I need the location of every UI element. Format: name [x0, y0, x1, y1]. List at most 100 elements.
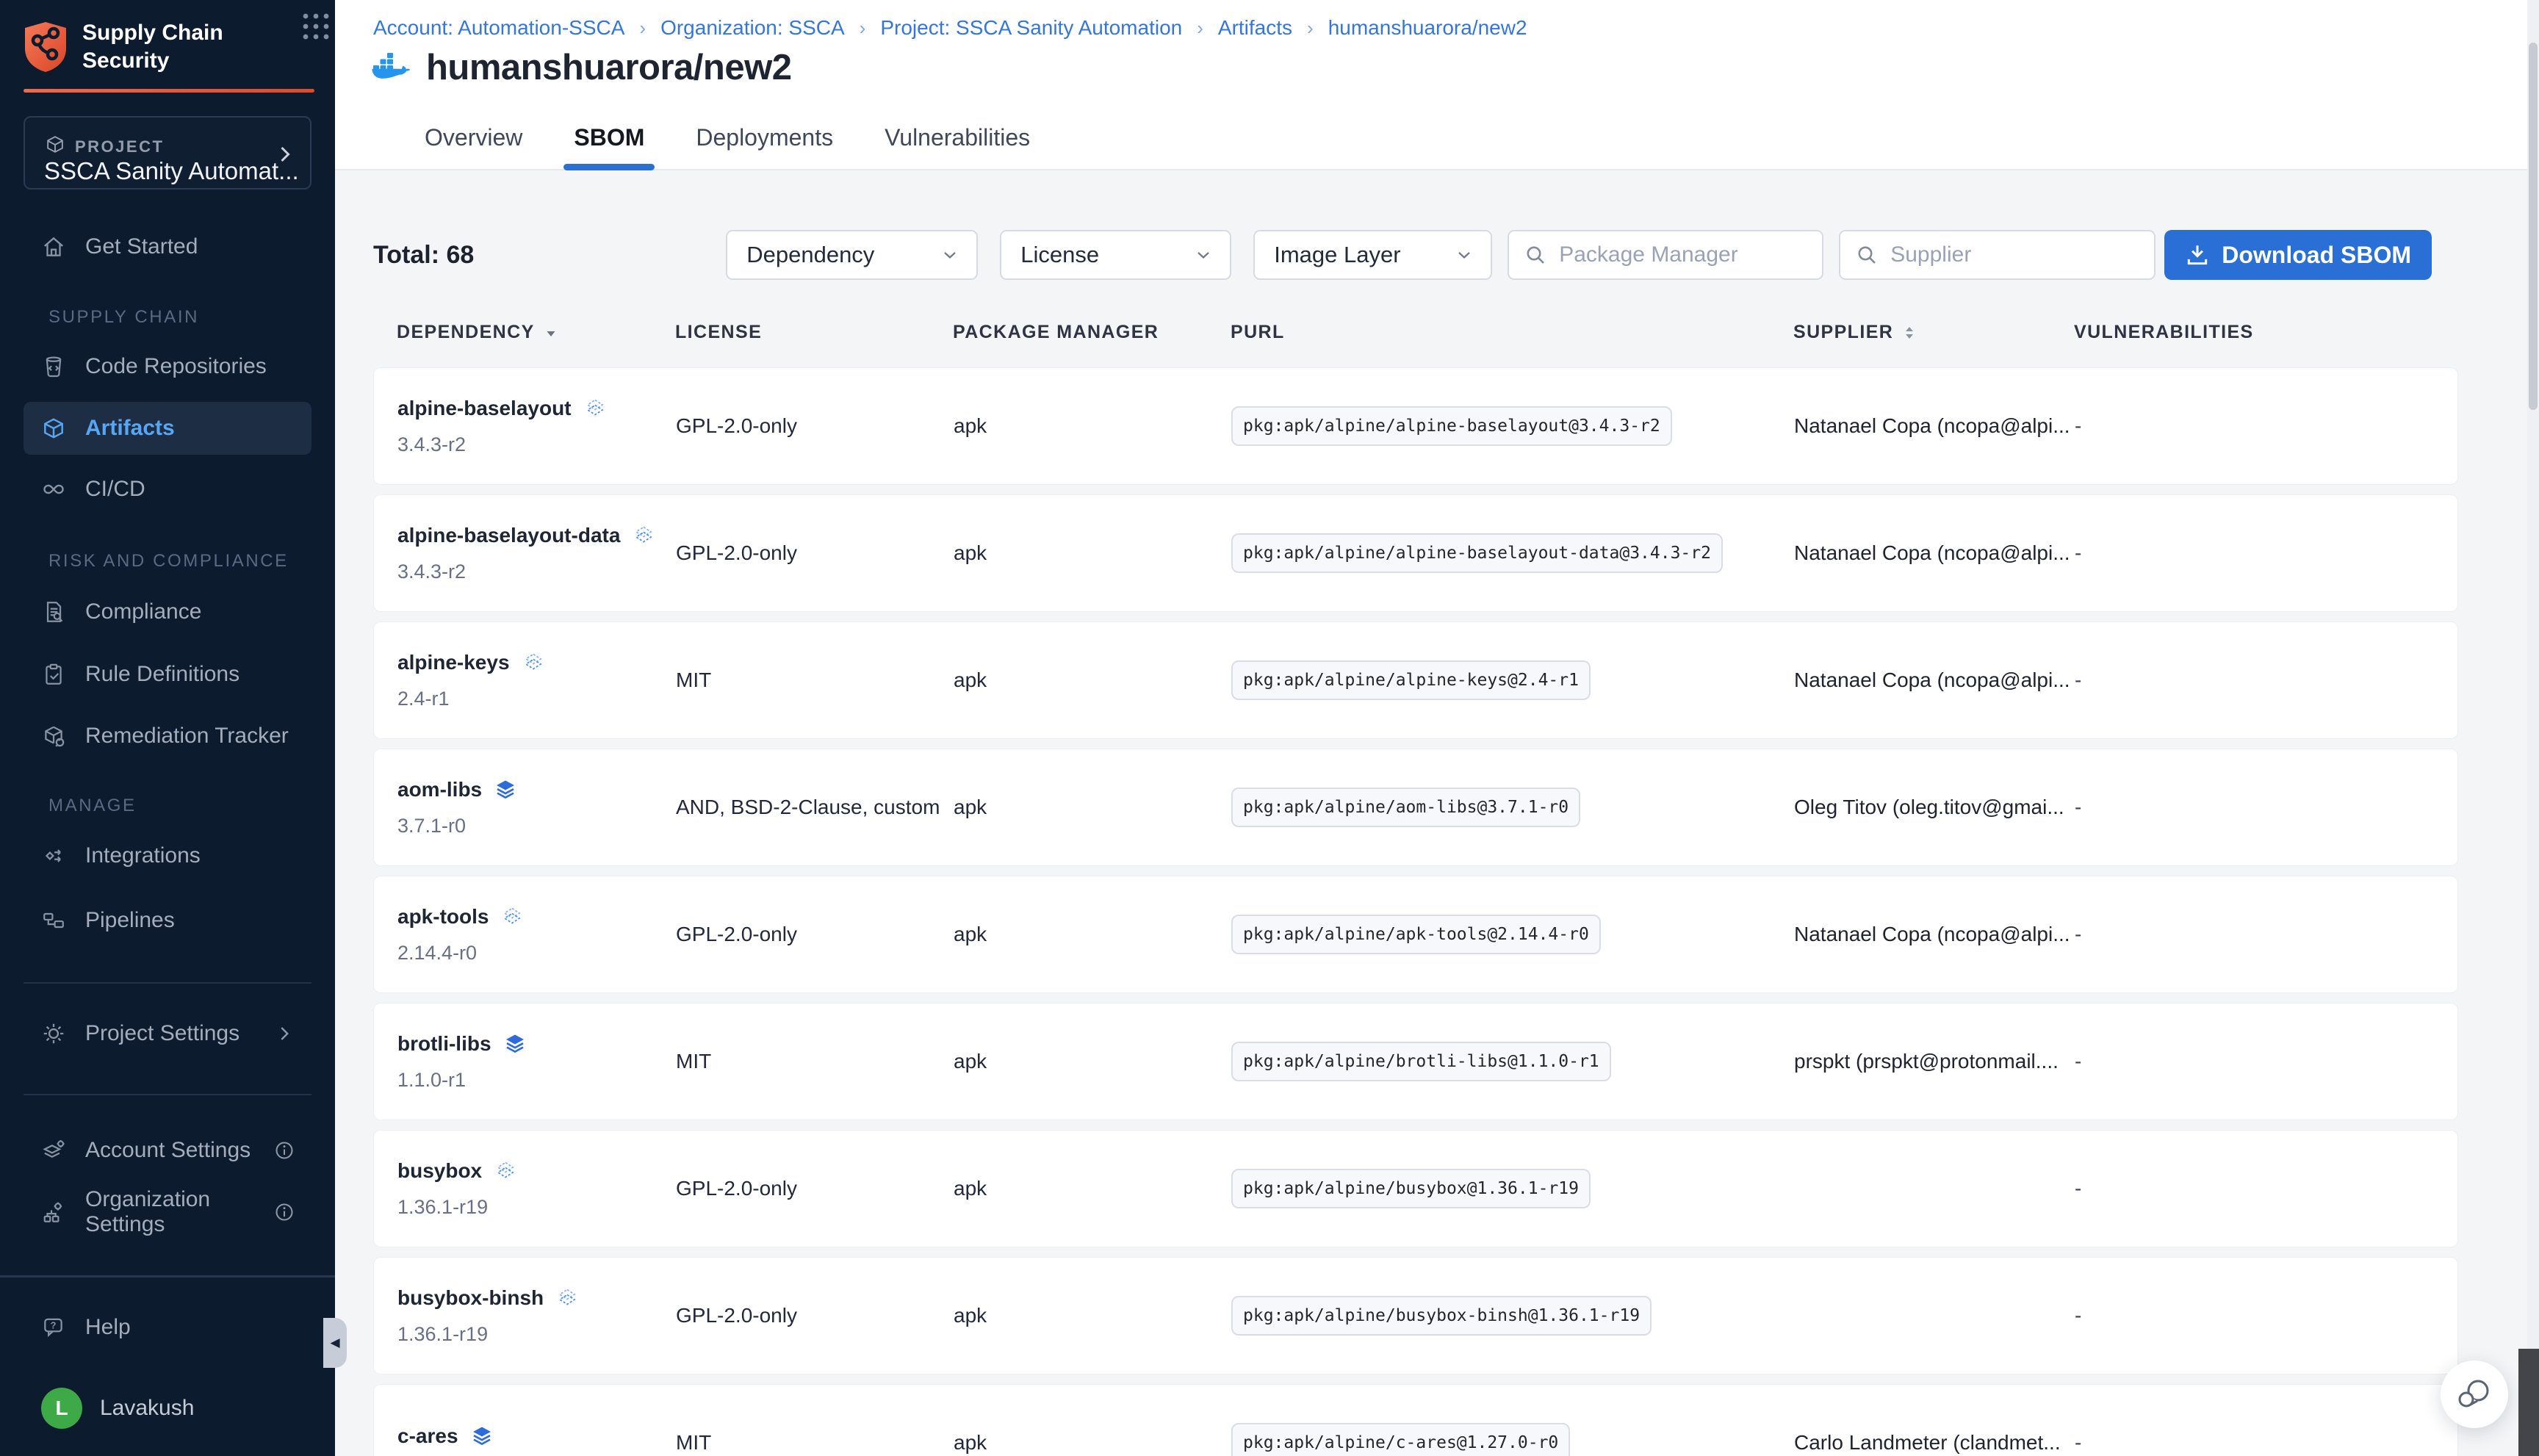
vulnerabilities-value: - [2075, 541, 2457, 565]
purl-chip[interactable]: pkg:apk/alpine/brotli-libs@1.1.0-r1 [1231, 1042, 1611, 1081]
dependency-version: 2.14.4-r0 [397, 942, 676, 965]
table-row[interactable]: c-ares MIT apk pkg:apk/alpine/c-ares@1.2… [373, 1384, 2458, 1456]
sidebar: Supply Chain Security PROJECT SSCA Sani [0, 0, 335, 1456]
table-row[interactable]: alpine-baselayout 3.4.3-r2 GPL-2.0-only … [373, 367, 2458, 485]
sidebar-item-rule-definitions[interactable]: Rule Definitions [24, 650, 311, 699]
user-menu[interactable]: L Lavakush [24, 1384, 311, 1432]
purl-chip[interactable]: pkg:apk/alpine/busybox-binsh@1.36.1-r19 [1231, 1296, 1652, 1336]
package-manager-value: apk [954, 1177, 1231, 1200]
breadcrumb-link[interactable]: Organization: SSCA [660, 16, 845, 40]
column-header-purl: PURL [1231, 322, 1793, 343]
download-sbom-button[interactable]: Download SBOM [2164, 230, 2432, 280]
search-input[interactable] [1889, 242, 2139, 268]
table-row[interactable]: aom-libs 3.7.1-r0 AND, BSD-2-Clause, cus… [373, 749, 2458, 866]
purl-chip[interactable]: pkg:apk/alpine/c-ares@1.27.0-r0 [1231, 1423, 1570, 1456]
sidebar-item-label: Remediation Tracker [85, 724, 289, 749]
filter-dropdown-license[interactable]: License [1000, 230, 1231, 280]
search-package-manager [1508, 230, 1823, 280]
purl-chip[interactable]: pkg:apk/alpine/alpine-keys@2.4-r1 [1231, 660, 1591, 700]
purl-chip[interactable]: pkg:apk/alpine/alpine-baselayout@3.4.3-r… [1231, 406, 1672, 446]
sidebar-item-code-repositories[interactable]: Code Repositories [24, 342, 311, 391]
column-header-supplier[interactable]: SUPPLIER [1793, 322, 2074, 343]
dependency-name: alpine-keys [397, 651, 510, 674]
sidebar-item-integrations[interactable]: Integrations [24, 832, 311, 880]
info-icon [273, 1201, 295, 1223]
filter-dropdown-dependency[interactable]: Dependency [726, 230, 978, 280]
sidebar-item-label: Rule Definitions [85, 662, 240, 687]
sidebar-item-label: Get Started [85, 234, 198, 259]
layers-outline-icon [583, 397, 607, 420]
column-header-vulnerabilities: VULNERABILITIES [2074, 322, 2458, 343]
box-tag-icon [41, 724, 66, 749]
column-header-dependency[interactable]: DEPENDENCY [397, 322, 675, 343]
sidebar-item-get-started[interactable]: Get Started [24, 223, 311, 271]
project-selector[interactable]: PROJECT SSCA Sanity Automat... [24, 116, 311, 190]
table-body: alpine-baselayout 3.4.3-r2 GPL-2.0-only … [373, 367, 2458, 1456]
sidebar-item-cicd[interactable]: CI/CD [24, 465, 311, 513]
brand: Supply Chain Security [22, 19, 313, 75]
table-row[interactable]: busybox-binsh 1.36.1-r19 GPL-2.0-only ap… [373, 1257, 2458, 1374]
package-manager-value: apk [954, 1431, 1231, 1455]
project-name: SSCA Sanity Automat... [44, 157, 299, 185]
sidebar-item-remediation-tracker[interactable]: Remediation Tracker [24, 712, 311, 760]
breadcrumb-link[interactable]: humanshuarora/new2 [1328, 16, 1527, 40]
supplier-value: Oleg Titov (oleg.titov@gmai... [1794, 796, 2075, 819]
sidebar-item-label: Pipelines [85, 908, 175, 933]
table-row[interactable]: apk-tools 2.14.4-r0 GPL-2.0-only apk pkg… [373, 876, 2458, 993]
supply-chain-shield-icon [22, 21, 69, 73]
table-row[interactable]: alpine-keys 2.4-r1 MIT apk pkg:apk/alpin… [373, 621, 2458, 739]
sidebar-item-account-settings[interactable]: Account Settings [24, 1126, 311, 1175]
table-row[interactable]: alpine-baselayout-data 3.4.3-r2 GPL-2.0-… [373, 494, 2458, 612]
sidebar-item-pipelines[interactable]: Pipelines [24, 896, 311, 945]
sort-icon[interactable] [1901, 324, 1918, 342]
table-row[interactable]: busybox 1.36.1-r19 GPL-2.0-only apk pkg:… [373, 1130, 2458, 1247]
app-screen: Supply Chain Security PROJECT SSCA Sani [0, 0, 2539, 1456]
sort-desc-icon[interactable] [542, 324, 560, 342]
sbom-content: Total: 68 DependencyLicenseImage LayerDo… [335, 170, 2539, 1456]
license-value: AND, BSD-2-Clause, custom [676, 796, 954, 819]
dependency-name: busybox-binsh [397, 1286, 544, 1310]
sidebar-item-project-settings[interactable]: Project Settings [24, 1009, 311, 1058]
page-title: humanshuarora/new2 [426, 47, 791, 88]
tab-sbom[interactable]: SBOM [566, 124, 652, 170]
breadcrumb-link[interactable]: Account: Automation-SSCA [373, 16, 624, 40]
layers-solid-icon [503, 1032, 527, 1056]
sidebar-item-help[interactable]: ? Help [24, 1303, 311, 1352]
dependency-version: 1.36.1-r19 [397, 1196, 676, 1219]
chevron-right-icon [273, 1023, 295, 1045]
layers-outline-icon [632, 524, 655, 547]
dependency-name: busybox [397, 1159, 482, 1183]
tab-overview[interactable]: Overview [417, 124, 530, 170]
search-input[interactable] [1557, 242, 1807, 268]
breadcrumb-link[interactable]: Project: SSCA Sanity Automation [880, 16, 1182, 40]
table-header: DEPENDENCYLICENSEPACKAGE MANAGERPURLSUPP… [373, 322, 2458, 343]
breadcrumb-link[interactable]: Artifacts [1218, 16, 1292, 40]
section-label-manage: MANAGE [48, 796, 137, 816]
dependency-version: 1.1.0-r1 [397, 1069, 676, 1092]
supplier-value: Natanael Copa (ncopa@alpi... [1794, 668, 2075, 692]
scrollbar-thumb[interactable] [2529, 43, 2538, 410]
svg-text:?: ? [51, 1320, 57, 1331]
layers-solid-icon [494, 778, 517, 801]
apps-grid-icon[interactable] [300, 10, 332, 43]
table-row[interactable]: brotli-libs 1.1.0-r1 MIT apk pkg:apk/alp… [373, 1003, 2458, 1120]
user-name: Lavakush [100, 1396, 194, 1421]
purl-chip[interactable]: pkg:apk/alpine/alpine-baselayout-data@3.… [1231, 533, 1723, 573]
breadcrumb-separator: › [1197, 17, 1203, 40]
sidebar-item-artifacts[interactable]: Artifacts [24, 402, 311, 455]
sidebar-item-organization-settings[interactable]: Organization Settings [24, 1188, 311, 1236]
purl-chip[interactable]: pkg:apk/alpine/busybox@1.36.1-r19 [1231, 1169, 1591, 1208]
sidebar-collapse-handle[interactable]: ◀ [323, 1318, 347, 1368]
chat-help-button[interactable] [2441, 1361, 2508, 1428]
breadcrumb-separator: › [639, 17, 646, 40]
purl-chip[interactable]: pkg:apk/alpine/apk-tools@2.14.4-r0 [1231, 915, 1601, 954]
artifacts-box-icon [41, 416, 66, 441]
sidebar-item-compliance[interactable]: Compliance [24, 588, 311, 636]
org-gear-icon [41, 1200, 66, 1225]
purl-chip[interactable]: pkg:apk/alpine/aom-libs@3.7.1-r0 [1231, 788, 1580, 827]
tab-vulnerabilities[interactable]: Vulnerabilities [877, 124, 1037, 170]
search-icon [1855, 243, 1879, 267]
tab-deployments[interactable]: Deployments [688, 124, 840, 170]
filter-dropdown-image-layer[interactable]: Image Layer [1253, 230, 1492, 280]
avatar: L [41, 1388, 82, 1429]
